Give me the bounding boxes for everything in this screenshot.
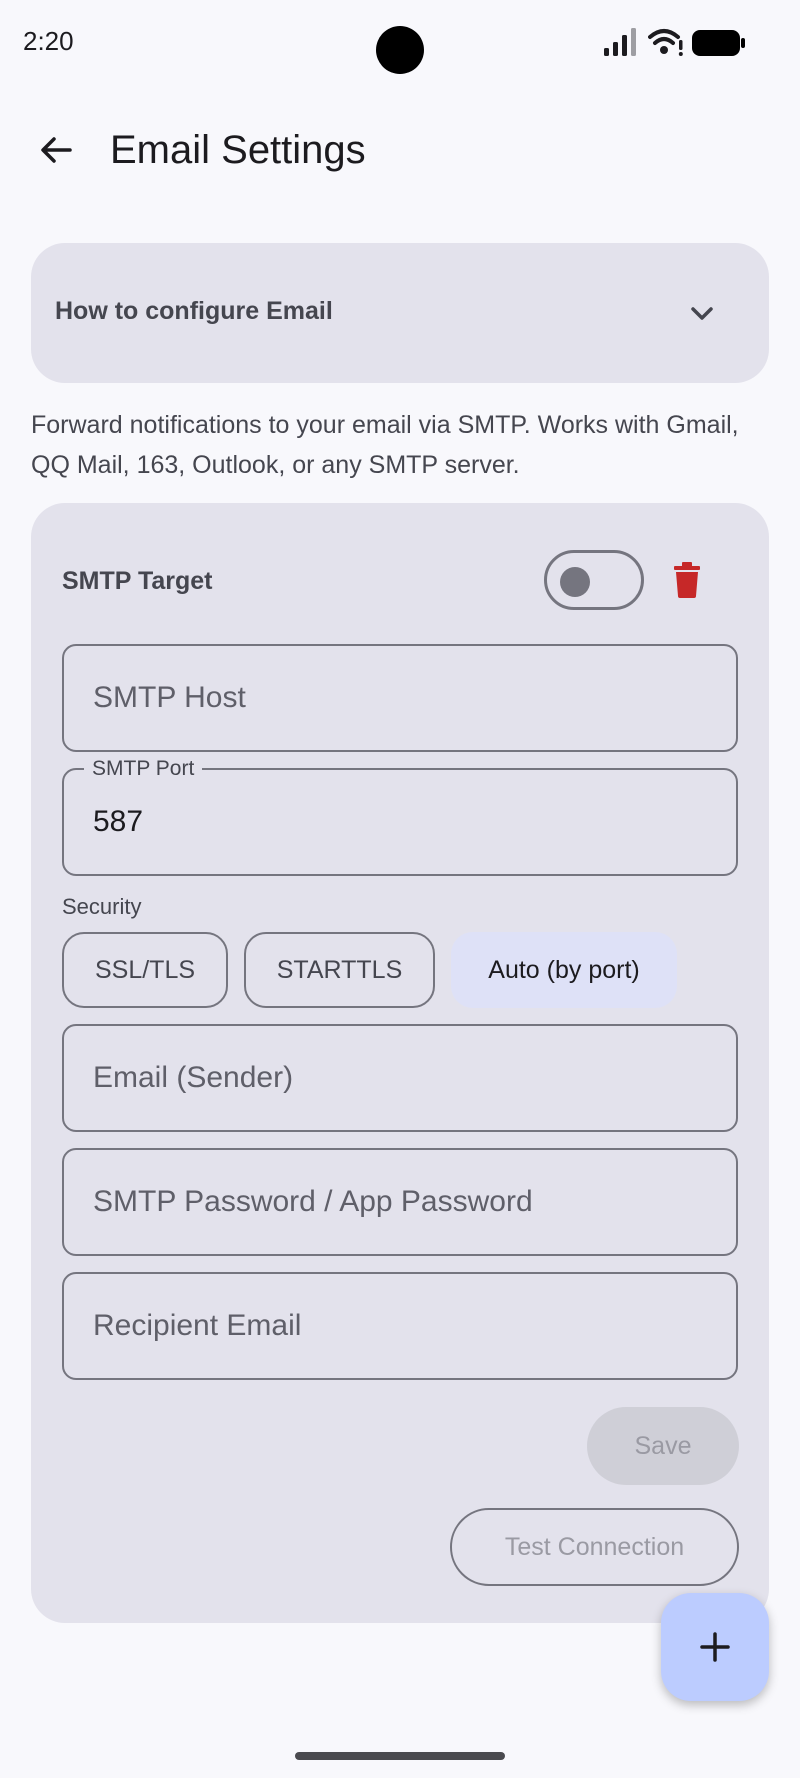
smtp-target-card: SMTP Target SMTP Host SMTP Port 587 Secu… (31, 503, 769, 1623)
status-time: 2:20 (23, 26, 74, 56)
help-title: How to configure Email (55, 297, 333, 325)
security-chip-auto[interactable]: Auto (by port) (451, 932, 677, 1008)
home-indicator[interactable] (295, 1752, 505, 1760)
target-title: SMTP Target (62, 567, 213, 595)
recipient-email-placeholder: Recipient Email (93, 1309, 302, 1342)
smtp-host-field[interactable]: SMTP Host (62, 644, 738, 752)
status-bar: 2:20 (0, 0, 800, 88)
smtp-password-field[interactable]: SMTP Password / App Password (62, 1148, 738, 1256)
wifi-icon (648, 29, 683, 56)
battery-icon (692, 30, 745, 56)
smtp-port-value: 587 (93, 805, 144, 838)
trash-icon (674, 562, 700, 598)
sender-email-placeholder: Email (Sender) (93, 1061, 294, 1094)
add-target-button[interactable] (661, 1593, 769, 1701)
smtp-host-placeholder: SMTP Host (93, 681, 246, 714)
security-chip-starttls[interactable]: STARTTLS (244, 932, 435, 1008)
camera-cutout (376, 26, 424, 74)
back-button[interactable] (30, 124, 82, 176)
arrow-back-icon (41, 137, 72, 163)
recipient-email-field[interactable]: Recipient Email (62, 1272, 738, 1380)
enable-toggle[interactable] (544, 550, 644, 610)
security-label: Security (62, 894, 142, 919)
description-text: Forward notifications to your email via … (31, 411, 739, 479)
chevron-down-icon (691, 307, 713, 320)
plus-icon (700, 1632, 730, 1662)
signal-icon (604, 28, 636, 56)
sender-email-field[interactable]: Email (Sender) (62, 1024, 738, 1132)
test-connection-button[interactable]: Test Connection (450, 1508, 739, 1586)
smtp-password-placeholder: SMTP Password / App Password (93, 1185, 533, 1218)
toggle-knob (560, 567, 590, 597)
security-chip-ssl-tls[interactable]: SSL/TLS (62, 932, 228, 1008)
help-expander[interactable]: How to configure Email (31, 243, 769, 383)
page-title: Email Settings (110, 128, 366, 172)
save-button[interactable]: Save (587, 1407, 739, 1485)
email-settings-screen: 2:20 Email Settings How to configure Ema… (0, 0, 800, 1778)
smtp-port-field[interactable]: SMTP Port 587 (62, 757, 738, 876)
delete-button[interactable] (667, 560, 707, 600)
